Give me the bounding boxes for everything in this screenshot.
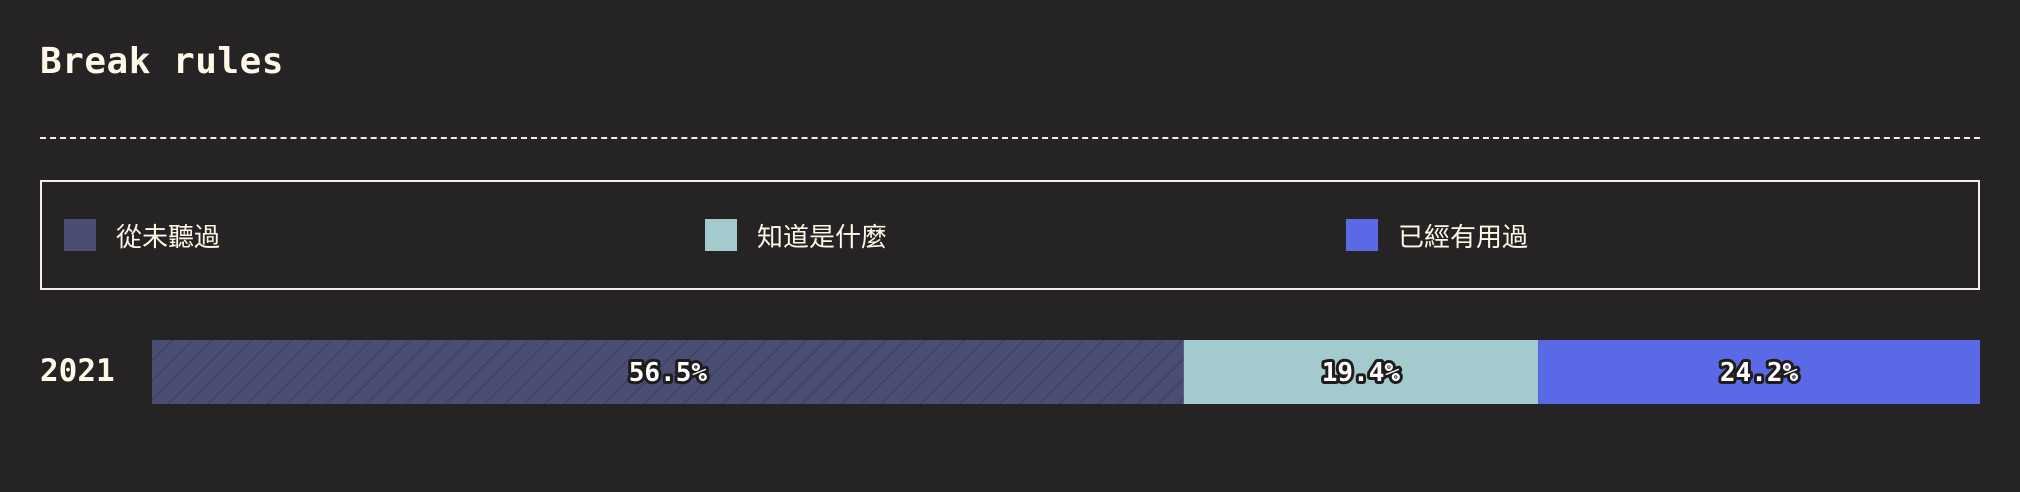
legend-label-used: 已經有用過 — [1398, 222, 1529, 253]
legend-label-know-what: 知道是什麼 — [757, 222, 888, 253]
data-label-used: 24.2% — [1720, 358, 1799, 388]
chart-title: Break rules — [40, 41, 284, 82]
legend-item-used[interactable]: 已經有用過 — [1346, 218, 1529, 253]
legend-item-never-heard[interactable]: 從未聽過 — [64, 218, 221, 253]
legend-swatch-used — [1346, 219, 1378, 251]
legend-label-never-heard: 從未聽過 — [116, 222, 221, 253]
legend-swatch-never-heard — [64, 219, 96, 251]
category-label-2021: 2021 — [40, 353, 115, 389]
data-label-never-heard: 56.5% — [629, 358, 708, 388]
bar-group-2021: 56.5% 19.4% 24.2% — [152, 340, 1980, 404]
title-divider — [40, 137, 1980, 139]
stacked-bar-chart: 56.5% 19.4% 24.2% — [152, 340, 1980, 404]
legend: 從未聽過 知道是什麼 已經有用過 — [40, 180, 1980, 290]
data-label-know-what: 19.4% — [1322, 358, 1401, 388]
legend-item-know-what[interactable]: 知道是什麼 — [705, 218, 888, 253]
legend-swatch-know-what — [705, 219, 737, 251]
